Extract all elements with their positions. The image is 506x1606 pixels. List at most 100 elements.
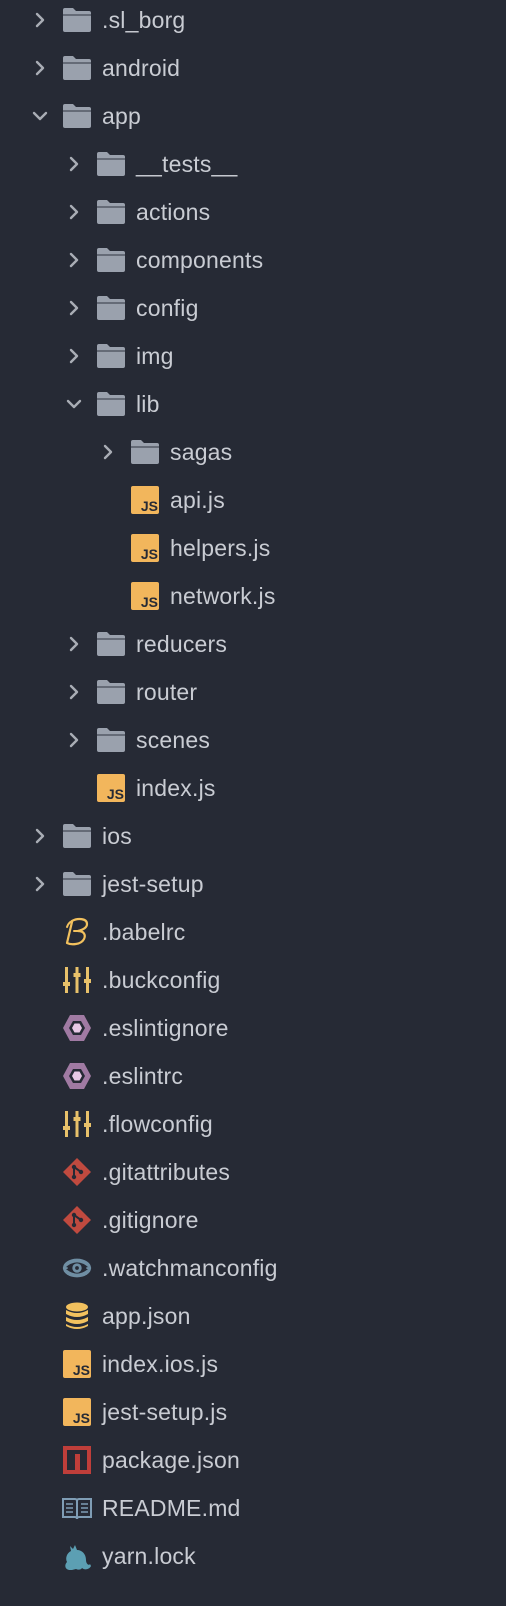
tree-file-row[interactable]: JS network.js — [0, 572, 506, 620]
chevron-right-icon[interactable] — [32, 876, 48, 892]
folder-icon — [62, 53, 92, 83]
tree-folder-row[interactable]: img — [0, 332, 506, 380]
folder-icon — [96, 629, 126, 659]
chevron-right-icon[interactable] — [32, 60, 48, 76]
tree-item-label: router — [136, 679, 198, 705]
config-sliders-icon — [62, 1109, 92, 1139]
tree-item-label: jest-setup.js — [102, 1399, 228, 1425]
tree-folder-row[interactable]: __tests__ — [0, 140, 506, 188]
tree-item-label: lib — [136, 391, 160, 417]
eslint-icon — [62, 1013, 92, 1043]
tree-file-row[interactable]: .gitignore — [0, 1196, 506, 1244]
tree-item-label: yarn.lock — [102, 1543, 196, 1569]
tree-item-label: actions — [136, 199, 211, 225]
tree-file-row[interactable]: app.json — [0, 1292, 506, 1340]
tree-item-label: img — [136, 343, 174, 369]
svg-text:JS: JS — [73, 1410, 90, 1426]
tree-item-label: jest-setup — [102, 871, 204, 897]
tree-item-label: index.ios.js — [102, 1351, 219, 1377]
tree-item-label: README.md — [102, 1495, 241, 1521]
tree-file-row[interactable]: JS jest-setup.js — [0, 1388, 506, 1436]
tree-file-row[interactable]: JS index.ios.js — [0, 1340, 506, 1388]
tree-item-label: android — [102, 55, 181, 81]
chevron-right-icon[interactable] — [66, 252, 82, 268]
tree-folder-row[interactable]: android — [0, 44, 506, 92]
npm-icon — [62, 1445, 92, 1475]
tree-item-label: .eslintignore — [102, 1015, 229, 1041]
tree-folder-row[interactable]: router — [0, 668, 506, 716]
chevron-down-icon[interactable] — [32, 108, 48, 124]
git-icon — [62, 1157, 92, 1187]
tree-item-label: .gitattributes — [102, 1159, 231, 1185]
tree-folder-row[interactable]: reducers — [0, 620, 506, 668]
javascript-file-icon: JS — [62, 1349, 92, 1379]
chevron-right-icon[interactable] — [66, 732, 82, 748]
tree-folder-row[interactable]: .sl_borg — [0, 0, 506, 44]
chevron-down-icon[interactable] — [66, 396, 82, 412]
tree-item-label: .babelrc — [102, 919, 186, 945]
tree-folder-row[interactable]: lib — [0, 380, 506, 428]
tree-file-row[interactable]: README.md — [0, 1484, 506, 1532]
folder-icon — [62, 821, 92, 851]
javascript-file-icon: JS — [130, 485, 160, 515]
folder-icon — [96, 149, 126, 179]
tree-item-label: app — [102, 103, 141, 129]
javascript-file-icon: JS — [130, 533, 160, 563]
watchman-eye-icon — [62, 1253, 92, 1283]
svg-text:JS: JS — [141, 594, 158, 610]
chevron-right-icon[interactable] — [66, 156, 82, 172]
tree-item-label: components — [136, 247, 264, 273]
tree-item-label: network.js — [170, 583, 276, 609]
tree-folder-row[interactable]: scenes — [0, 716, 506, 764]
tree-file-row[interactable]: .watchmanconfig — [0, 1244, 506, 1292]
tree-file-row[interactable]: .eslintignore — [0, 1004, 506, 1052]
tree-file-row[interactable]: .buckconfig — [0, 956, 506, 1004]
tree-file-row[interactable]: .gitattributes — [0, 1148, 506, 1196]
tree-folder-row[interactable]: ios — [0, 812, 506, 860]
javascript-file-icon: JS — [130, 581, 160, 611]
tree-folder-row[interactable]: components — [0, 236, 506, 284]
tree-file-row[interactable]: .eslintrc — [0, 1052, 506, 1100]
book-readme-icon — [62, 1493, 92, 1523]
tree-item-label: config — [136, 295, 199, 321]
folder-icon — [62, 101, 92, 131]
tree-file-row[interactable]: JS helpers.js — [0, 524, 506, 572]
tree-file-row[interactable]: .babelrc — [0, 908, 506, 956]
tree-folder-row[interactable]: actions — [0, 188, 506, 236]
folder-icon — [96, 725, 126, 755]
folder-icon — [96, 293, 126, 323]
tree-item-label: scenes — [136, 727, 211, 753]
svg-text:JS: JS — [141, 498, 158, 514]
file-tree: .sl_borgandroid app __tests__actions compon… — [0, 0, 506, 1606]
tree-folder-row[interactable]: sagas — [0, 428, 506, 476]
tree-item-label: helpers.js — [170, 535, 271, 561]
tree-file-row[interactable]: yarn.lock — [0, 1532, 506, 1580]
tree-item-label: .sl_borg — [102, 7, 186, 33]
chevron-right-icon[interactable] — [32, 12, 48, 28]
eslint-icon — [62, 1061, 92, 1091]
tree-file-row[interactable]: JS index.js — [0, 764, 506, 812]
tree-item-label: api.js — [170, 487, 225, 513]
yarn-cat-icon — [62, 1541, 92, 1571]
svg-text:JS: JS — [107, 786, 124, 802]
tree-file-row[interactable]: JS api.js — [0, 476, 506, 524]
chevron-right-icon[interactable] — [66, 684, 82, 700]
chevron-right-icon[interactable] — [66, 204, 82, 220]
tree-folder-row[interactable]: config — [0, 284, 506, 332]
tree-file-row[interactable]: package.json — [0, 1436, 506, 1484]
chevron-right-icon[interactable] — [66, 300, 82, 316]
tree-item-label: .gitignore — [102, 1207, 199, 1233]
tree-file-row[interactable]: .flowconfig — [0, 1100, 506, 1148]
chevron-right-icon[interactable] — [66, 348, 82, 364]
chevron-right-icon[interactable] — [100, 444, 116, 460]
chevron-right-icon[interactable] — [32, 828, 48, 844]
git-icon — [62, 1205, 92, 1235]
tree-item-label: reducers — [136, 631, 228, 657]
tree-item-label: .watchmanconfig — [102, 1255, 278, 1281]
folder-icon — [96, 677, 126, 707]
chevron-right-icon[interactable] — [66, 636, 82, 652]
svg-text:JS: JS — [73, 1362, 90, 1378]
tree-folder-row[interactable]: app — [0, 92, 506, 140]
tree-folder-row[interactable]: jest-setup — [0, 860, 506, 908]
json-database-icon — [62, 1301, 92, 1331]
